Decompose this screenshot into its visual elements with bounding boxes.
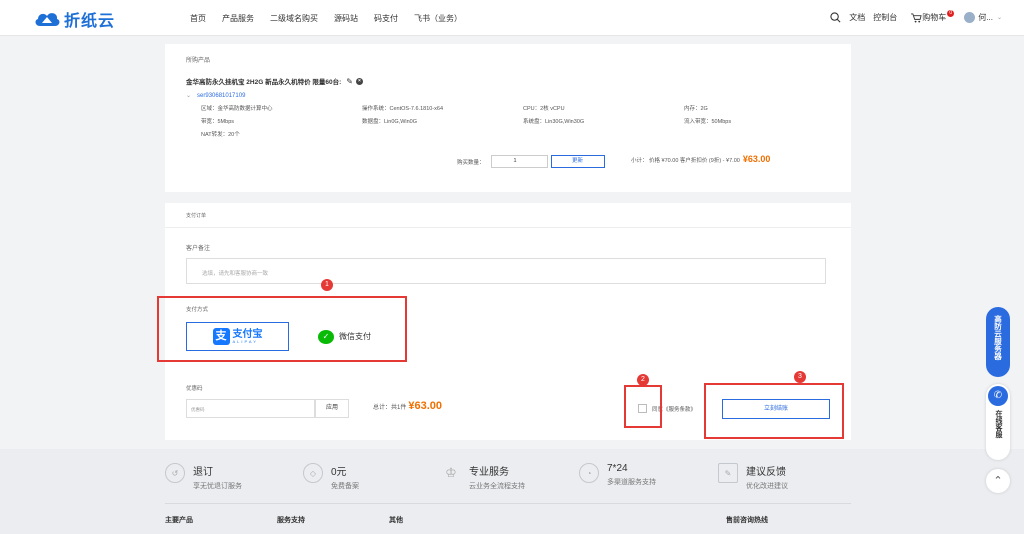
brand-name: 折纸云	[64, 13, 116, 30]
nav-item-codepay[interactable]: 码支付	[374, 13, 398, 24]
chevron-down-icon: ⌄	[996, 15, 1002, 21]
feature-sub: 享无忧退订服务	[193, 483, 242, 490]
spec-bandwidth: 带宽：5Mbps	[201, 119, 235, 125]
footer: ↺ 退订享无忧退订服务 ◇ 0元免费备案 ♔ 专业服务云业务全流程支持 ◔ 7*…	[0, 449, 1024, 534]
remark-label: 客户备注	[186, 246, 211, 252]
feature-title: 7*24	[607, 463, 628, 474]
divider	[165, 227, 851, 228]
online-service-label: 在线客服	[995, 410, 1002, 438]
cart-icon	[911, 12, 922, 23]
nav-item-home[interactable]: 首页	[190, 13, 206, 24]
feature-sub: 多渠道服务支持	[607, 479, 656, 486]
user-menu[interactable]: 何... ⌄	[964, 12, 1002, 23]
feature-title: 专业服务	[469, 467, 509, 478]
back-to-top-icon[interactable]: ⌃	[986, 469, 1010, 493]
close-icon[interactable]: ×	[356, 77, 363, 85]
footer-col-hotline: 售前咨询热线	[726, 517, 768, 524]
spec-row: 区域：金华高防数据计算中心 操作系统：CentOS-7.6.1810-x64 C…	[201, 104, 841, 117]
docs-link[interactable]: 文档	[849, 12, 865, 23]
product-name: 金华高防永久挂机宝 2H2G 新品永久机特价 限量60台:	[186, 79, 342, 86]
spec-row: 带宽：5Mbps 数据盘：Lin0G,Win0G 系统盘：Lin30G,Win3…	[201, 117, 841, 130]
spec-system-disk: 系统盘：Lin30G,Win30G	[523, 119, 585, 125]
total-label: 总计：共1件	[373, 405, 407, 411]
cart-count-badge: 0	[947, 10, 955, 17]
section-title: 支付订单	[186, 213, 207, 219]
annotation-box-agree	[624, 385, 662, 428]
quantity-input[interactable]: 1	[490, 155, 548, 168]
cloud-logo-icon	[35, 13, 60, 26]
spec-os: 操作系统：CentOS-7.6.1810-x64	[362, 106, 444, 112]
feature-title: 退订	[193, 467, 213, 478]
feature-service: ♔ 专业服务云业务全流程支持	[441, 463, 525, 491]
annotation-badge-3: 3	[794, 371, 806, 383]
feature-support: ◔ 7*24 多渠道服务支持	[579, 463, 656, 487]
nav-item-products[interactable]: 产品服务	[222, 13, 254, 24]
user-name: 何...	[978, 13, 993, 22]
spec-data-disk: 数据盘：Lin0G,Win0G	[362, 119, 418, 125]
annotation-box-checkout	[704, 383, 844, 439]
feedback-icon: ✎	[718, 463, 738, 483]
avatar	[964, 12, 976, 23]
update-button[interactable]: 更新	[550, 155, 605, 168]
feature-sub: 免费备案	[331, 483, 359, 490]
spec-memory: 内存：2G	[684, 106, 708, 112]
spec-inbound: 流入带宽：50Mbps	[684, 119, 732, 125]
clock-icon: ◔	[579, 463, 599, 483]
spec-nat: NAT转发：20个	[201, 132, 240, 138]
spec-row: NAT转发：20个	[201, 130, 841, 143]
feature-sub: 云业务全流程支持	[469, 483, 525, 490]
feature-sub: 优化改进建议	[746, 483, 788, 490]
quantity-row: 购买数量： 1 更新	[457, 155, 605, 168]
crown-icon: ♔	[445, 465, 457, 480]
top-navbar: 折纸云 首页 产品服务 二级域名购买 源码站 码支付 飞书（业务） 文档 控制台…	[0, 0, 1024, 36]
total-value: ¥63.00	[408, 400, 442, 412]
main-nav: 首页 产品服务 二级域名购买 源码站 码支付 飞书（业务）	[190, 13, 478, 24]
server-id: ser930681017109	[197, 92, 246, 99]
footer-col-products: 主要产品	[165, 517, 193, 524]
coupon-label: 优惠码	[186, 386, 203, 392]
apply-coupon-button[interactable]: 应用	[315, 399, 349, 418]
phone-icon: ✆	[988, 386, 1008, 406]
server-row[interactable]: ⌄ ser930681017109	[186, 92, 246, 100]
header-right: 文档 控制台 购物车 0 何... ⌄	[830, 10, 1002, 23]
feature-title: 0元	[331, 467, 347, 478]
spec-cpu: CPU：2核 vCPU	[523, 106, 565, 112]
spec-table: 区域：金华高防数据计算中心 操作系统：CentOS-7.6.1810-x64 C…	[201, 104, 841, 143]
coupon-input[interactable]: 优惠码	[186, 399, 315, 418]
brand-logo[interactable]: 折纸云	[33, 7, 115, 31]
return-icon: ↺	[165, 463, 185, 483]
feature-feedback: ✎ 建议反馈优化改进建议	[718, 463, 788, 491]
footer-col-other: 其他	[389, 517, 403, 524]
product-card: 所购产品 金华高防永久挂机宝 2H2G 新品永久机特价 限量60台: ✎ × ⌄…	[165, 44, 851, 192]
feature-filing: ◇ 0元免费备案	[303, 463, 359, 491]
qty-label: 购买数量：	[457, 159, 485, 166]
annotation-badge-1: 1	[321, 279, 333, 291]
cart-label: 购物车	[922, 13, 947, 22]
feature-title: 建议反馈	[746, 467, 786, 478]
edit-icon[interactable]: ✎	[346, 77, 353, 86]
subtotal-text: 小计： 价格 ¥70.00 客户折扣价 (9折) - ¥7.00	[631, 158, 740, 164]
annotation-badge-2: 2	[637, 374, 649, 386]
subtotal-value: ¥63.00	[742, 154, 771, 164]
console-link[interactable]: 控制台	[873, 12, 897, 23]
total: 总计：共1件 ¥63.00	[373, 400, 442, 412]
shield-icon: ◇	[303, 463, 323, 483]
product-header: 金华高防永久挂机宝 2H2G 新品永久机特价 限量60台: ✎ ×	[186, 76, 363, 86]
feature-unsubscribe: ↺ 退订享无忧退订服务	[165, 463, 242, 491]
nav-item-source[interactable]: 源码站	[334, 13, 358, 24]
nav-item-feishu[interactable]: 飞书（业务）	[414, 13, 462, 24]
cart-link[interactable]: 购物车 0	[911, 10, 955, 23]
nav-item-subdomain[interactable]: 二级域名购买	[270, 13, 318, 24]
footer-divider	[165, 503, 851, 504]
section-title: 所购产品	[186, 58, 211, 64]
remark-input[interactable]: 选填，请先和客服协商一致	[186, 258, 826, 284]
online-service-float[interactable]: ✆ 在线客服	[986, 384, 1010, 460]
subtotal: 小计： 价格 ¥70.00 客户折扣价 (9折) - ¥7.00 ¥63.00	[631, 154, 770, 164]
ddos-server-float[interactable]: 高防云服务器	[986, 307, 1010, 377]
annotation-box-payment	[157, 296, 407, 362]
search-icon[interactable]	[830, 12, 841, 23]
spec-region: 区域：金华高防数据计算中心	[201, 106, 273, 112]
footer-col-support: 服务支持	[277, 517, 305, 524]
chevron-down-icon: ⌄	[186, 93, 192, 99]
